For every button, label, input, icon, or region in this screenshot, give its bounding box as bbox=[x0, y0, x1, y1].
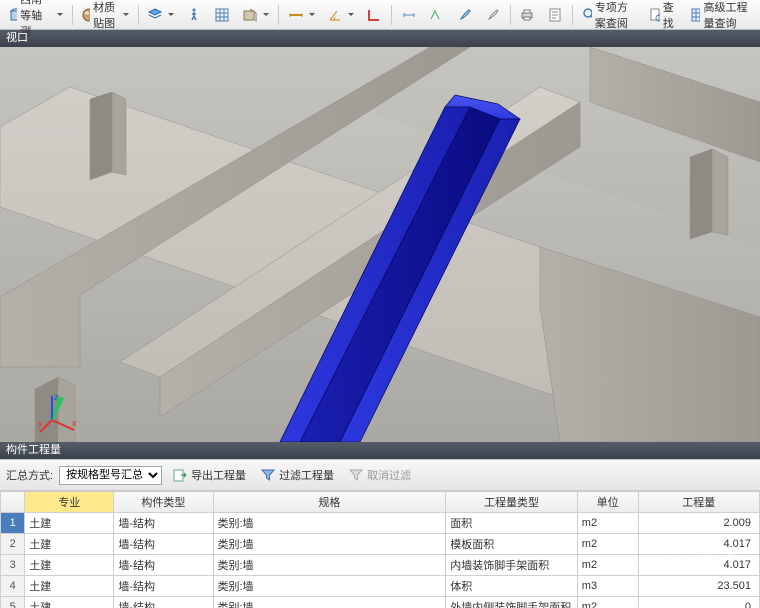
brush2-icon bbox=[485, 7, 501, 23]
quantity-table: 专业 构件类型 规格 工程量类型 单位 工程量 1土建墙-结构类别:墙面积m22… bbox=[0, 491, 760, 608]
export-icon bbox=[172, 467, 188, 483]
adv-qty-btn[interactable]: 高级工程量查询 bbox=[684, 2, 758, 28]
doc-search-icon bbox=[648, 7, 659, 23]
table-header-row: 专业 构件类型 规格 工程量类型 单位 工程量 bbox=[1, 492, 760, 513]
clear-filter-btn[interactable]: 取消过滤 bbox=[344, 465, 415, 485]
measure-dist[interactable] bbox=[282, 2, 321, 28]
funnel-icon bbox=[260, 467, 276, 483]
tool-grid[interactable] bbox=[208, 2, 236, 28]
walk-icon bbox=[186, 7, 202, 23]
dimension-1[interactable] bbox=[395, 2, 423, 28]
col-spec[interactable]: 规格 bbox=[213, 492, 446, 513]
table-row[interactable]: 4土建墙-结构类别:墙体积m323.501 bbox=[1, 576, 760, 597]
brush-icon bbox=[457, 7, 473, 23]
cube-icon bbox=[8, 7, 17, 23]
col-qtype[interactable]: 工程量类型 bbox=[446, 492, 578, 513]
lookup-label: 查找 bbox=[663, 0, 679, 31]
section-icon bbox=[242, 7, 258, 23]
adv-qty-label: 高级工程量查询 bbox=[703, 0, 752, 31]
report-icon bbox=[547, 7, 563, 23]
main-toolbar: 西南等轴测 材质贴图 专项方案查阅 查找 高级工程量查询 bbox=[0, 0, 760, 30]
paint-1[interactable] bbox=[451, 2, 479, 28]
dim-tick-icon bbox=[429, 7, 445, 23]
col-major[interactable]: 专业 bbox=[25, 492, 114, 513]
col-ctype[interactable]: 构件类型 bbox=[114, 492, 213, 513]
wechat-icon: ✦ bbox=[654, 542, 678, 566]
layers-icon bbox=[147, 7, 163, 23]
report-btn[interactable] bbox=[541, 2, 569, 28]
printer-icon bbox=[519, 7, 535, 23]
table-row[interactable]: 2土建墙-结构类别:墙模板面积m24.017 bbox=[1, 534, 760, 555]
summary-mode-select[interactable]: 按规格型号汇总 bbox=[59, 466, 162, 485]
print-btn[interactable] bbox=[513, 2, 541, 28]
lookup-btn[interactable]: 查找 bbox=[642, 2, 684, 28]
svg-text:y: y bbox=[38, 418, 43, 428]
table-row[interactable]: 5土建墙-结构类别:墙外墙内侧装饰脚手架面积m20 bbox=[1, 597, 760, 608]
axis-gizmo[interactable]: y x z bbox=[38, 392, 80, 434]
calc-icon bbox=[690, 7, 700, 23]
tool-walk[interactable] bbox=[180, 2, 208, 28]
quantity-toolbar: 汇总方式: 按规格型号汇总 导出工程量 过滤工程量 取消过滤 bbox=[0, 459, 760, 491]
funnel-clear-icon bbox=[348, 467, 364, 483]
paint-2[interactable] bbox=[479, 2, 507, 28]
quantity-panel: 汇总方式: 按规格型号汇总 导出工程量 过滤工程量 取消过滤 专业 构件类型 规… bbox=[0, 459, 760, 608]
view-mode-dropdown[interactable]: 西南等轴测 bbox=[2, 2, 69, 28]
display-mode-label: 材质贴图 bbox=[93, 0, 118, 31]
angle-icon bbox=[327, 7, 343, 23]
tool-section[interactable] bbox=[236, 2, 275, 28]
square-icon bbox=[366, 7, 382, 23]
magnifier-icon bbox=[582, 7, 592, 23]
filter-qty-btn[interactable]: 过滤工程量 bbox=[256, 465, 338, 485]
measure-square[interactable] bbox=[360, 2, 388, 28]
measure-angle[interactable] bbox=[321, 2, 360, 28]
material-icon bbox=[81, 7, 90, 23]
svg-text:x: x bbox=[72, 418, 77, 428]
table-row[interactable]: 1土建墙-结构类别:墙面积m22.009 bbox=[1, 513, 760, 534]
special-query-label: 专项方案查阅 bbox=[595, 0, 636, 31]
table-row[interactable]: 3土建墙-结构类别:墙内墙装饰脚手架面积m24.017 bbox=[1, 555, 760, 576]
viewport-header: 视口 bbox=[0, 30, 760, 47]
display-mode-dropdown[interactable]: 材质贴图 bbox=[75, 2, 134, 28]
col-unit[interactable]: 单位 bbox=[577, 492, 638, 513]
col-value[interactable]: 工程量 bbox=[638, 492, 759, 513]
quantity-table-wrap[interactable]: 专业 构件类型 规格 工程量类型 单位 工程量 1土建墙-结构类别:墙面积m22… bbox=[0, 491, 760, 608]
dimension-2[interactable] bbox=[423, 2, 451, 28]
quantity-panel-header: 构件工程量 bbox=[0, 442, 760, 459]
special-query-btn[interactable]: 专项方案查阅 bbox=[576, 2, 643, 28]
summary-mode-label: 汇总方式: bbox=[6, 467, 53, 483]
export-qty-btn[interactable]: 导出工程量 bbox=[168, 465, 250, 485]
ruler-icon bbox=[288, 7, 304, 23]
viewport-canvas[interactable] bbox=[0, 47, 760, 442]
col-rownum[interactable] bbox=[1, 492, 25, 513]
grid-icon bbox=[214, 7, 230, 23]
dim-horiz-icon bbox=[401, 7, 417, 23]
viewport-3d[interactable]: y x z bbox=[0, 47, 760, 442]
tool-layers[interactable] bbox=[141, 2, 180, 28]
watermark: ✦广州君和 bbox=[654, 542, 740, 566]
